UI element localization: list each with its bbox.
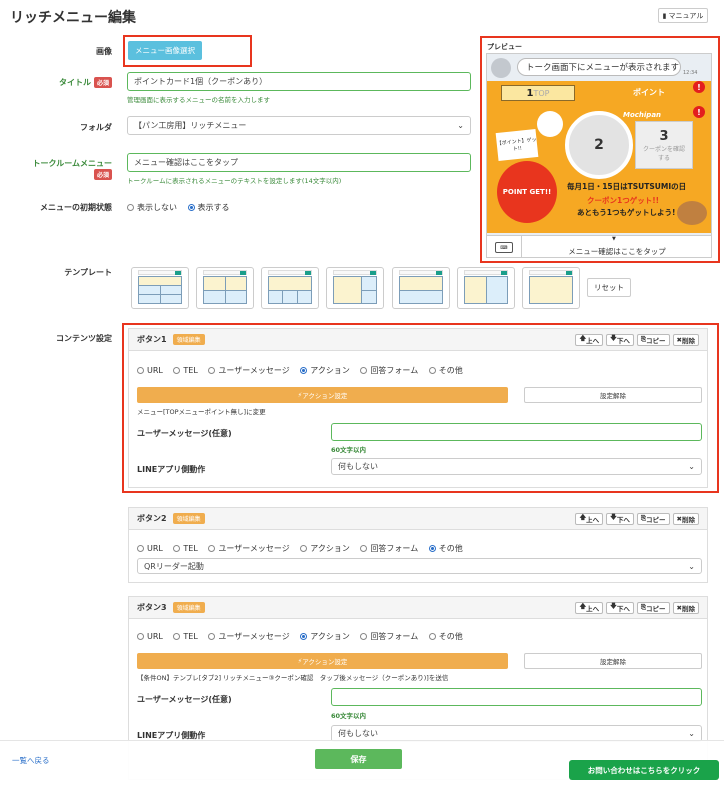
char-limit-hint: 60文字以内 xyxy=(331,712,367,720)
area-edit-badge[interactable]: 領域編集 xyxy=(172,513,205,524)
area-edit-badge[interactable]: 領域編集 xyxy=(172,602,205,613)
avatar xyxy=(491,58,511,78)
delete-button[interactable]: ✖ 削除 xyxy=(672,512,699,525)
folder-label: フォルダ xyxy=(80,123,112,132)
template-option[interactable] xyxy=(392,267,450,309)
banner-line3: あともう1つもゲットしよう! xyxy=(577,208,676,217)
clear-setting-button[interactable]: 設定解除 xyxy=(524,653,702,669)
button1-panel: ボタン1 領域編集 🡅 上へ 🡇 下へ ⎘ コピー ✖ 削除 URL TEL ユーザーメッ… xyxy=(128,328,708,488)
point-get-badge: POINT GET!! xyxy=(497,161,557,223)
copy-button[interactable]: ⎘ コピー xyxy=(636,333,670,346)
delete-button[interactable]: ✖ 削除 xyxy=(672,333,699,346)
talkroom-label: トークルームメニュー必須 xyxy=(32,159,112,180)
button2-type-radios: URL TEL ユーザーメッセージ アクション 回答フォーム その他 xyxy=(137,543,471,554)
title-input[interactable]: ポイントカード1個（クーポンあり） xyxy=(127,72,471,91)
save-button[interactable]: 保存 xyxy=(315,749,402,769)
title-label: タイトル 必須 xyxy=(12,77,112,88)
page-title: リッチメニュー編集 xyxy=(10,10,136,26)
button1-type-radios: URL TEL ユーザーメッセージ アクション 回答フォーム その他 xyxy=(137,365,471,376)
bread-icon xyxy=(677,201,707,225)
alert-icon: ! xyxy=(693,106,705,118)
user-message-input[interactable] xyxy=(331,688,702,706)
copy-button[interactable]: ⎘ コピー xyxy=(636,601,670,614)
button3-type-radios: URL TEL ユーザーメッセージ アクション 回答フォーム その他 xyxy=(137,631,471,642)
other-action-select[interactable]: QRリーダー起動 ⌄ xyxy=(137,558,702,574)
required-badge: 必須 xyxy=(93,169,112,180)
down-button[interactable]: 🡇 下へ xyxy=(606,512,634,525)
preview-tap-text: メニュー確認はここをタップ xyxy=(568,247,666,256)
brand-label: Mochipan xyxy=(623,111,662,119)
template-option[interactable] xyxy=(457,267,515,309)
copy-button[interactable]: ⎘ コピー xyxy=(636,512,670,525)
image-label: 画像 xyxy=(96,47,112,56)
manual-button[interactable]: ▮ マニュアル xyxy=(658,8,708,23)
line-app-label: LINEアプリ側動作 xyxy=(137,465,206,474)
back-link[interactable]: 一覧へ戻る xyxy=(12,755,50,766)
delete-button[interactable]: ✖ 削除 xyxy=(672,601,699,614)
reset-button[interactable]: リセット xyxy=(587,278,631,297)
area-3: 3 クーポンを確認する xyxy=(635,121,693,169)
up-button[interactable]: 🡅 上へ xyxy=(575,333,604,346)
user-message-label: ユーザーメッセージ(任意) xyxy=(137,429,232,438)
banner-line1: 毎月1日・15日はTSUTSUMIの日 xyxy=(567,182,687,191)
area-top-label: 1 TOP xyxy=(501,85,575,101)
chevron-down-icon: ▼ xyxy=(612,236,616,242)
chevron-down-icon: ⌄ xyxy=(688,729,695,738)
button2-panel: ボタン2 領域編集 🡅 上へ 🡇 下へ ⎘ コピー ✖ 削除 URL TEL ユーザーメッ… xyxy=(128,507,708,583)
alert-icon: ! xyxy=(693,81,705,93)
chef-icon xyxy=(537,111,563,137)
template-option[interactable] xyxy=(131,267,189,309)
preview-phone: トーク画面下にメニューが表示されます 12:34 1 TOP ポイント 【ポイント… xyxy=(486,53,712,258)
template-option[interactable] xyxy=(522,267,580,309)
preview-menu-bar: ⌨ ▼ メニュー確認はここをタップ xyxy=(487,235,711,257)
talkroom-hint: トークルームに表示されるメニューのテキストを設定します(14文字以内) xyxy=(127,177,342,185)
initial-state-radios: 表示しない 表示する xyxy=(127,202,238,213)
preview-bubble: トーク画面下にメニューが表示されます xyxy=(517,58,681,76)
up-button[interactable]: 🡅 上へ xyxy=(575,601,604,614)
initial-state-label: メニューの初期状態 xyxy=(40,203,112,212)
talkroom-input[interactable]: メニュー確認はここをタップ xyxy=(127,153,471,172)
user-message-label: ユーザーメッセージ(任意) xyxy=(137,695,232,704)
title-hint: 管理画面に表示するメニューの名前を入力します xyxy=(127,96,270,104)
template-option[interactable] xyxy=(261,267,319,309)
template-label: テンプレート xyxy=(64,268,112,277)
chevron-down-icon: ⌄ xyxy=(688,462,695,471)
contact-button[interactable]: お問い合わせはこちらをクリック xyxy=(569,760,719,780)
content-settings-label: コンテンツ設定 xyxy=(56,334,112,343)
point-get-card: 【ポイント】ゲット!! xyxy=(495,128,539,162)
folder-select[interactable]: 【パン工房用】リッチメニュー ⌄ xyxy=(127,116,471,135)
radio-hide[interactable]: 表示しない xyxy=(127,202,177,213)
char-limit-hint: 60文字以内 xyxy=(331,446,367,454)
book-icon: ▮ xyxy=(662,11,667,20)
line-app-select[interactable]: 何もしない ⌄ xyxy=(331,458,702,475)
down-button[interactable]: 🡇 下へ xyxy=(606,333,634,346)
button1-header: ボタン1 領域編集 🡅 上へ 🡇 下へ ⎘ コピー ✖ 削除 xyxy=(129,329,707,351)
action-description: 【条件ON】テンプレ[タブ2] リッチメニュー③クーポン確認 タップ後メッセージ… xyxy=(137,674,449,682)
chevron-down-icon: ⌄ xyxy=(688,561,695,571)
banner-line2: クーポン1つゲット!! xyxy=(587,196,660,205)
rich-menu-image: 1 TOP ポイント 【ポイント】ゲット!! POINT GET!! 2 Moch… xyxy=(487,81,711,233)
required-badge: 必須 xyxy=(93,77,112,88)
user-message-input[interactable] xyxy=(331,423,702,441)
keyboard-icon: ⌨ xyxy=(495,242,513,253)
area-point-label: ポイント xyxy=(633,88,665,97)
chevron-down-icon: ⌄ xyxy=(457,121,464,130)
radio-show[interactable]: 表示する xyxy=(187,202,230,213)
clear-setting-button[interactable]: 設定解除 xyxy=(524,387,702,403)
preview-time: 12:34 xyxy=(683,70,698,76)
action-description: メニュー[TOPメニューポイント無し]に変更 xyxy=(137,408,266,416)
template-option[interactable] xyxy=(326,267,384,309)
template-option[interactable] xyxy=(196,267,254,309)
area-edit-badge[interactable]: 領域編集 xyxy=(172,334,205,345)
action-setting-button[interactable]: ⚡ アクション設定 xyxy=(137,653,508,669)
up-button[interactable]: 🡅 上へ xyxy=(575,512,604,525)
area-2: 2 xyxy=(565,111,633,179)
down-button[interactable]: 🡇 下へ xyxy=(606,601,634,614)
select-image-button[interactable]: メニュー画像選択 xyxy=(128,41,202,60)
action-setting-button[interactable]: ⚡ アクション設定 xyxy=(137,387,508,403)
